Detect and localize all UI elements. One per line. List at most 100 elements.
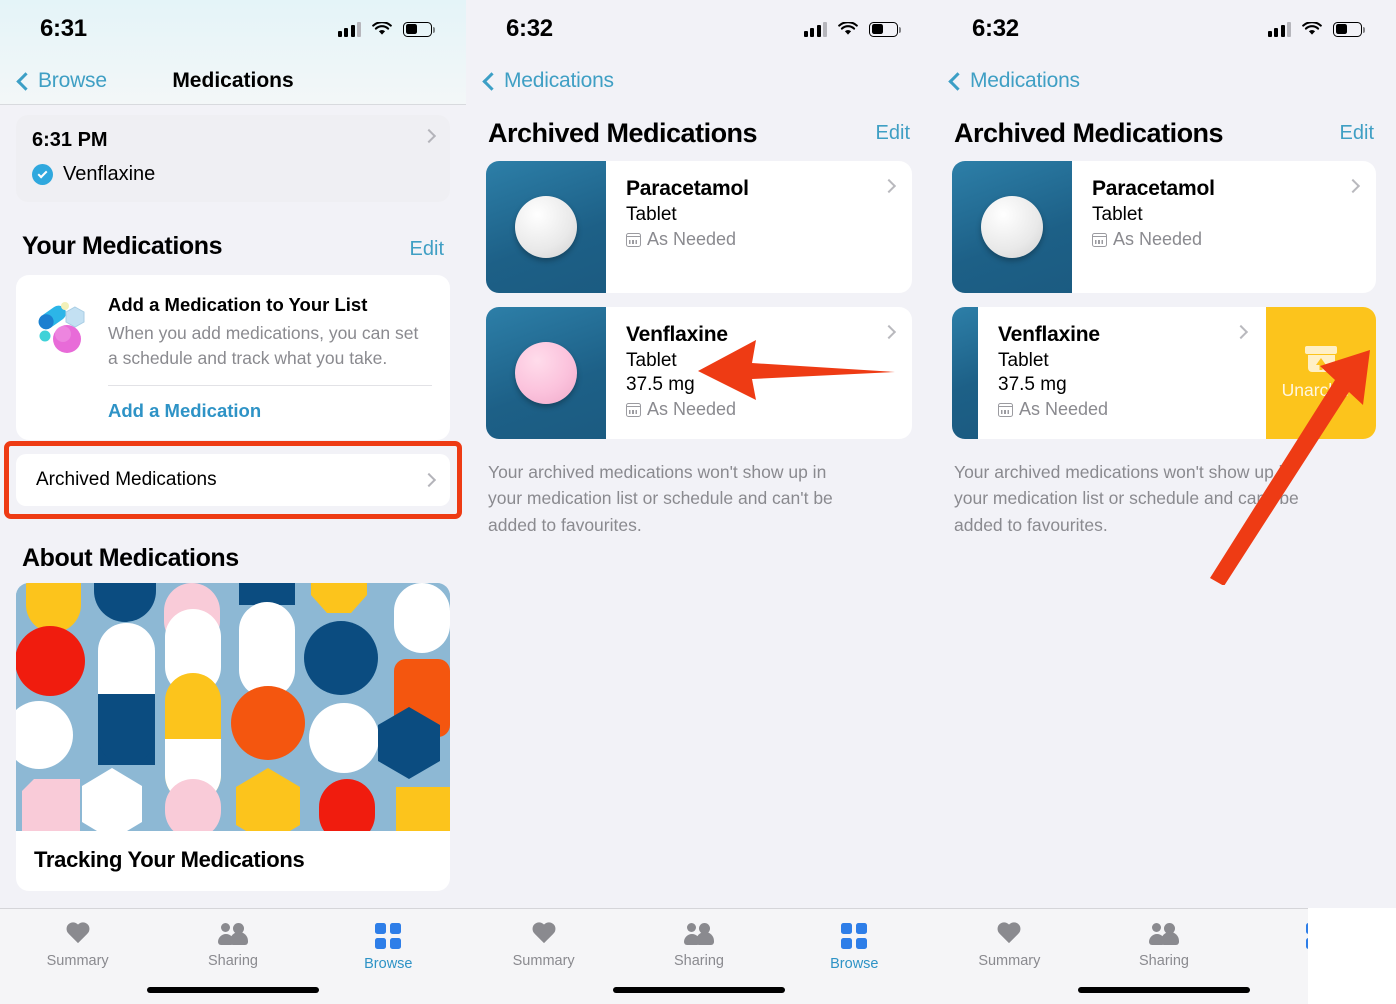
tab-summary[interactable]: Summary: [932, 923, 1087, 969]
add-medication-title: Add a Medication to Your List: [108, 294, 368, 315]
status-indicators: [803, 21, 901, 37]
table-row[interactable]: Venflaxine Tablet 37.5 mg As Needed: [486, 307, 912, 439]
phone-screen-medications: 6:31 Browse Medications 6:31 PM Venflaxi…: [0, 0, 466, 1004]
table-row[interactable]: Paracetamol Tablet As Needed: [486, 161, 912, 293]
add-medication-description: When you add medications, you can set a …: [108, 323, 419, 368]
medication-thumbnail: [952, 161, 1072, 293]
tab-summary[interactable]: Summary: [0, 923, 155, 969]
medication-schedule-label: As Needed: [647, 229, 737, 249]
people-icon: [1149, 923, 1179, 946]
table-row[interactable]: Paracetamol Tablet As Needed: [952, 161, 1376, 293]
archived-header: Archived Medications Edit: [466, 104, 932, 161]
tab-sharing[interactable]: Sharing: [621, 923, 776, 969]
archived-title: Archived Medications: [954, 118, 1224, 148]
add-medication-texts: Add a Medication to Your List When you a…: [108, 293, 432, 440]
dose-med-row: Venflaxine: [32, 163, 434, 186]
check-circle-icon[interactable]: [32, 164, 53, 185]
chevron-left-icon: [482, 71, 501, 91]
heart-icon: [531, 923, 557, 946]
nav-bar: Medications: [932, 58, 1396, 104]
calendar-icon: [998, 402, 1013, 417]
tab-bar: Summary Sharing Browse: [466, 908, 932, 1004]
tab-bar: Summary Sharing Bro: [932, 908, 1396, 1004]
calendar-icon: [626, 402, 641, 417]
medication-schedule-label: As Needed: [1113, 229, 1203, 249]
dose-card[interactable]: 6:31 PM Venflaxine: [16, 115, 450, 202]
medication-name: Paracetamol: [1092, 177, 1215, 200]
status-bar: 6:31: [0, 0, 466, 58]
panel1-header: 6:31 Browse Medications: [0, 0, 466, 105]
medication-thumbnail: [486, 161, 606, 293]
phone-screen-archived-swiped: 6:32 Medications Archived Medications Ed…: [932, 0, 1396, 1004]
tab-sharing[interactable]: Sharing: [1087, 923, 1242, 969]
back-button[interactable]: Medications: [948, 69, 1080, 93]
status-bar: 6:32: [466, 0, 932, 58]
calendar-icon: [1092, 232, 1107, 247]
medication-info: Paracetamol Tablet As Needed: [606, 161, 912, 293]
tab-sharing[interactable]: Sharing: [155, 923, 310, 969]
home-indicator: [613, 987, 785, 993]
medication-name: Paracetamol: [626, 177, 749, 200]
archived-medications-row[interactable]: Archived Medications: [16, 453, 450, 506]
heart-icon: [65, 923, 91, 946]
tab-summary-label: Summary: [46, 953, 109, 969]
back-label: Medications: [504, 69, 614, 92]
chevron-left-icon: [948, 71, 967, 91]
nav-bar: Browse Medications: [0, 58, 466, 104]
cellular-bars-icon: [1267, 21, 1291, 37]
pills-illustration-icon: [34, 297, 92, 355]
table-row-swiped[interactable]: Venflaxine Tablet 37.5 mg As Needed Unar…: [952, 307, 1376, 439]
unarchive-button[interactable]: Unarchive: [1266, 307, 1376, 439]
tab-sharing-label: Sharing: [674, 953, 724, 969]
medication-schedule: As Needed: [1092, 229, 1358, 250]
cellular-bars-icon: [337, 21, 361, 37]
people-icon: [217, 923, 248, 946]
medication-schedule-label: As Needed: [647, 399, 737, 419]
battery-icon: [869, 21, 901, 37]
dose-med-name: Venflaxine: [63, 163, 156, 185]
medication-form: Tablet: [1092, 204, 1143, 225]
medication-dose: 37.5 mg: [626, 374, 695, 395]
your-medications-header: Your Medications Edit: [0, 202, 466, 271]
about-medications-title: About Medications: [22, 543, 239, 572]
screenshot-clip-overlay: [1308, 908, 1396, 1004]
about-medications-card[interactable]: Tracking Your Medications: [16, 582, 450, 891]
medication-schedule: As Needed: [626, 229, 894, 250]
wifi-icon: [372, 21, 392, 35]
pill-icon: [981, 196, 1043, 258]
grid-icon: [841, 923, 868, 949]
pill-icon: [515, 196, 577, 258]
status-indicators: [337, 21, 435, 37]
chevron-left-icon: [16, 71, 35, 91]
wifi-icon: [838, 21, 858, 35]
nav-bar: Medications: [466, 58, 932, 104]
tab-summary[interactable]: Summary: [466, 923, 621, 969]
status-bar: 6:32: [932, 0, 1396, 58]
medication-schedule-label: As Needed: [1019, 399, 1109, 419]
archived-title: Archived Medications: [488, 118, 758, 148]
your-medications-title: Your Medications: [22, 232, 223, 260]
medication-info: Venflaxine Tablet 37.5 mg As Needed: [606, 307, 912, 439]
screenshot-stage: 6:31 Browse Medications 6:31 PM Venflaxi…: [0, 0, 1396, 1004]
tab-browse[interactable]: Browse: [777, 923, 932, 972]
battery-icon: [1333, 21, 1365, 37]
tab-browse[interactable]: Browse: [311, 923, 466, 972]
your-medications-edit-button[interactable]: Edit: [410, 238, 444, 261]
archived-edit-button[interactable]: Edit: [1340, 122, 1374, 145]
status-time: 6:32: [506, 15, 553, 42]
archived-medications-label: Archived Medications: [36, 468, 217, 490]
tab-bar: Summary Sharing Browse: [0, 908, 466, 1004]
chevron-right-icon: [421, 472, 437, 487]
archived-edit-button[interactable]: Edit: [876, 122, 910, 145]
status-time: 6:31: [40, 15, 87, 42]
wifi-icon: [1302, 21, 1322, 35]
back-label: Medications: [970, 69, 1080, 92]
pill-icon: [515, 342, 577, 404]
medication-form: Tablet: [626, 204, 677, 225]
back-button[interactable]: Browse: [16, 69, 107, 93]
tab-browse-label: Browse: [830, 956, 879, 972]
about-medications-caption: Tracking Your Medications: [34, 846, 305, 872]
archived-note: Your archived medications won't show up …: [488, 462, 833, 535]
back-button[interactable]: Medications: [482, 69, 614, 93]
add-medication-button[interactable]: Add a Medication: [108, 386, 432, 438]
